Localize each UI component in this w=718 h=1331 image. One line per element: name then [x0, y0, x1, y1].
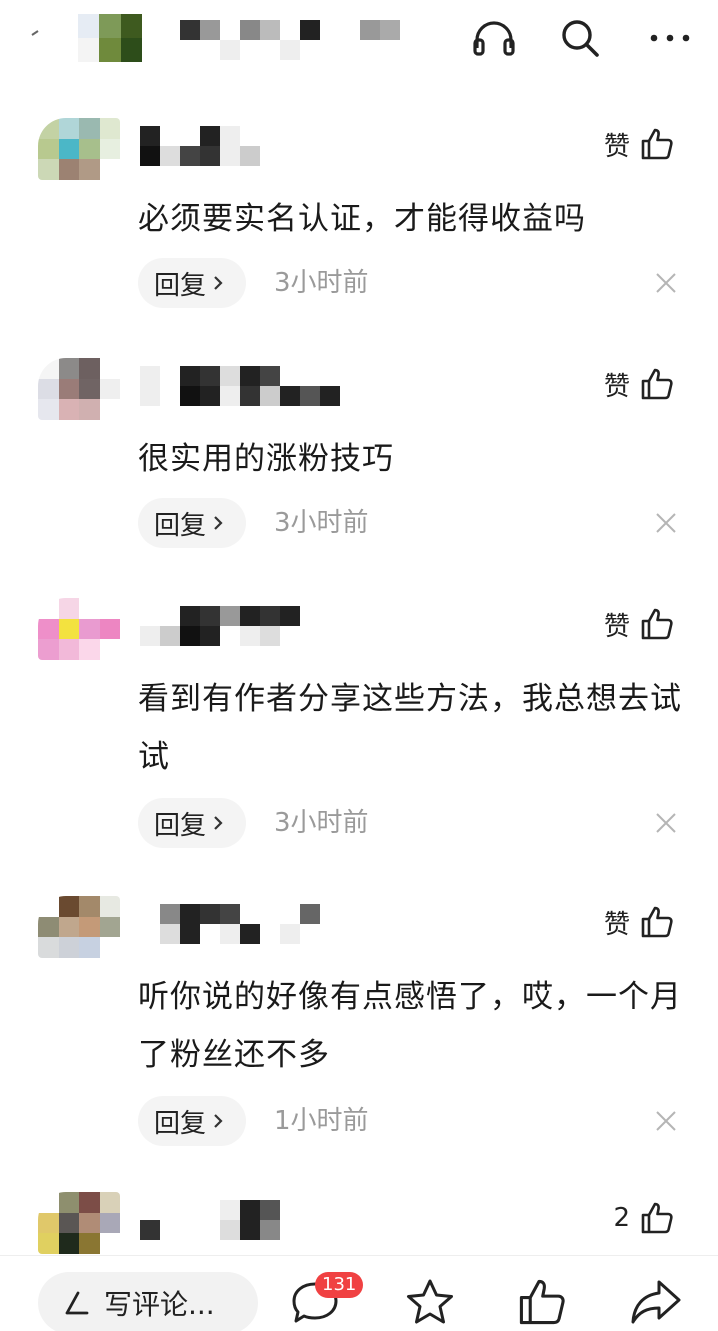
- comment-item: 赞 看到有作者分享这些方法，我总想去试试 回复 3小时前: [0, 598, 718, 858]
- like-control[interactable]: 赞: [604, 124, 674, 164]
- search-icon[interactable]: [556, 14, 604, 62]
- comment-meta: 回复 3小时前: [138, 498, 686, 548]
- like-label: 赞: [603, 131, 630, 162]
- reply-button[interactable]: 回复: [138, 1096, 247, 1146]
- write-comment-input[interactable]: 写评论...: [38, 1272, 258, 1331]
- thumbs-up-icon: [641, 128, 673, 160]
- commenter-avatar[interactable]: [38, 1192, 120, 1254]
- comment-text: 必须要实名认证，才能得收益吗: [138, 201, 586, 237]
- comment-time: 3小时前: [274, 268, 369, 298]
- back-icon[interactable]: [30, 30, 40, 40]
- comment-text: 听你说的好像有点感悟了，哎，一个月了粉丝还不多: [138, 979, 682, 1073]
- close-icon[interactable]: [654, 271, 678, 295]
- comment-time: 3小时前: [274, 808, 369, 838]
- reply-button[interactable]: 回复: [138, 798, 247, 848]
- reply-button[interactable]: 回复: [138, 258, 247, 308]
- comment-time: 3小时前: [274, 508, 369, 538]
- headphones-icon[interactable]: [470, 14, 518, 62]
- chevron-right-icon: [214, 516, 223, 530]
- comment-item: 赞 听你说的好像有点感悟了，哎，一个月了粉丝还不多 回复 1小时前: [0, 896, 718, 1156]
- comment-count-badge: 131: [315, 1272, 364, 1298]
- chevron-right-icon: [214, 816, 223, 830]
- comment-item: 赞 很实用的涨粉技巧 回复 3小时前: [0, 358, 718, 558]
- comment-item: 2: [0, 1192, 718, 1255]
- close-icon[interactable]: [654, 811, 678, 835]
- comment-text: 很实用的涨粉技巧: [138, 441, 394, 477]
- commenter-name-pixelated[interactable]: [140, 1200, 340, 1240]
- comment-meta: 回复 3小时前: [138, 258, 686, 308]
- chevron-right-icon: [214, 276, 223, 290]
- thumbs-up-icon: [641, 906, 673, 938]
- like-count: 2: [613, 1203, 630, 1233]
- commenter-avatar[interactable]: [38, 118, 120, 180]
- like-control[interactable]: 2: [613, 1198, 674, 1238]
- like-label: 赞: [603, 611, 630, 642]
- commenter-avatar[interactable]: [38, 358, 120, 420]
- reply-label: 回复: [154, 810, 207, 841]
- reply-button[interactable]: 回复: [138, 498, 247, 548]
- like-label: 赞: [603, 371, 630, 402]
- author-name-pixelated[interactable]: [180, 20, 420, 60]
- write-comment-placeholder: 写评论...: [104, 1288, 215, 1321]
- chevron-right-icon: [214, 1114, 223, 1128]
- comment-meta: 回复 1小时前: [138, 1096, 686, 1146]
- author-avatar[interactable]: [78, 14, 142, 62]
- thumbs-up-icon[interactable]: [512, 1274, 572, 1330]
- close-icon[interactable]: [654, 1109, 678, 1133]
- commenter-name-pixelated[interactable]: [140, 126, 340, 166]
- comment-meta: 回复 3小时前: [138, 798, 686, 848]
- commenter-avatar[interactable]: [38, 598, 120, 660]
- more-icon[interactable]: [646, 14, 694, 62]
- bottom-bar: 写评论... 131: [0, 1255, 718, 1331]
- like-control[interactable]: 赞: [604, 364, 674, 404]
- share-icon[interactable]: [626, 1274, 686, 1330]
- commenter-name-pixelated[interactable]: [140, 366, 340, 406]
- like-control[interactable]: 赞: [604, 604, 674, 644]
- close-icon[interactable]: [654, 511, 678, 535]
- reply-label: 回复: [154, 270, 207, 301]
- like-label: 赞: [603, 909, 630, 940]
- commenter-avatar[interactable]: [38, 896, 120, 958]
- reply-label: 回复: [154, 1108, 207, 1139]
- commenter-name-pixelated[interactable]: [140, 904, 340, 944]
- thumbs-up-icon: [641, 1202, 673, 1234]
- thumbs-up-icon: [641, 368, 673, 400]
- thumbs-up-icon: [641, 608, 673, 640]
- comment-text: 看到有作者分享这些方法，我总想去试试: [138, 681, 682, 775]
- comment-list[interactable]: 赞 必须要实名认证，才能得收益吗 回复 3小时前 赞 很实用的涨粉技巧 回复 3…: [0, 80, 718, 1255]
- comment-item: 赞 必须要实名认证，才能得收益吗 回复 3小时前: [0, 118, 718, 318]
- star-icon[interactable]: [400, 1274, 460, 1330]
- pen-icon: [65, 1291, 89, 1315]
- commenter-name-pixelated[interactable]: [140, 606, 340, 646]
- like-control[interactable]: 赞: [604, 902, 674, 942]
- reply-label: 回复: [154, 510, 207, 541]
- top-bar: [0, 0, 718, 80]
- comment-time: 1小时前: [274, 1106, 369, 1136]
